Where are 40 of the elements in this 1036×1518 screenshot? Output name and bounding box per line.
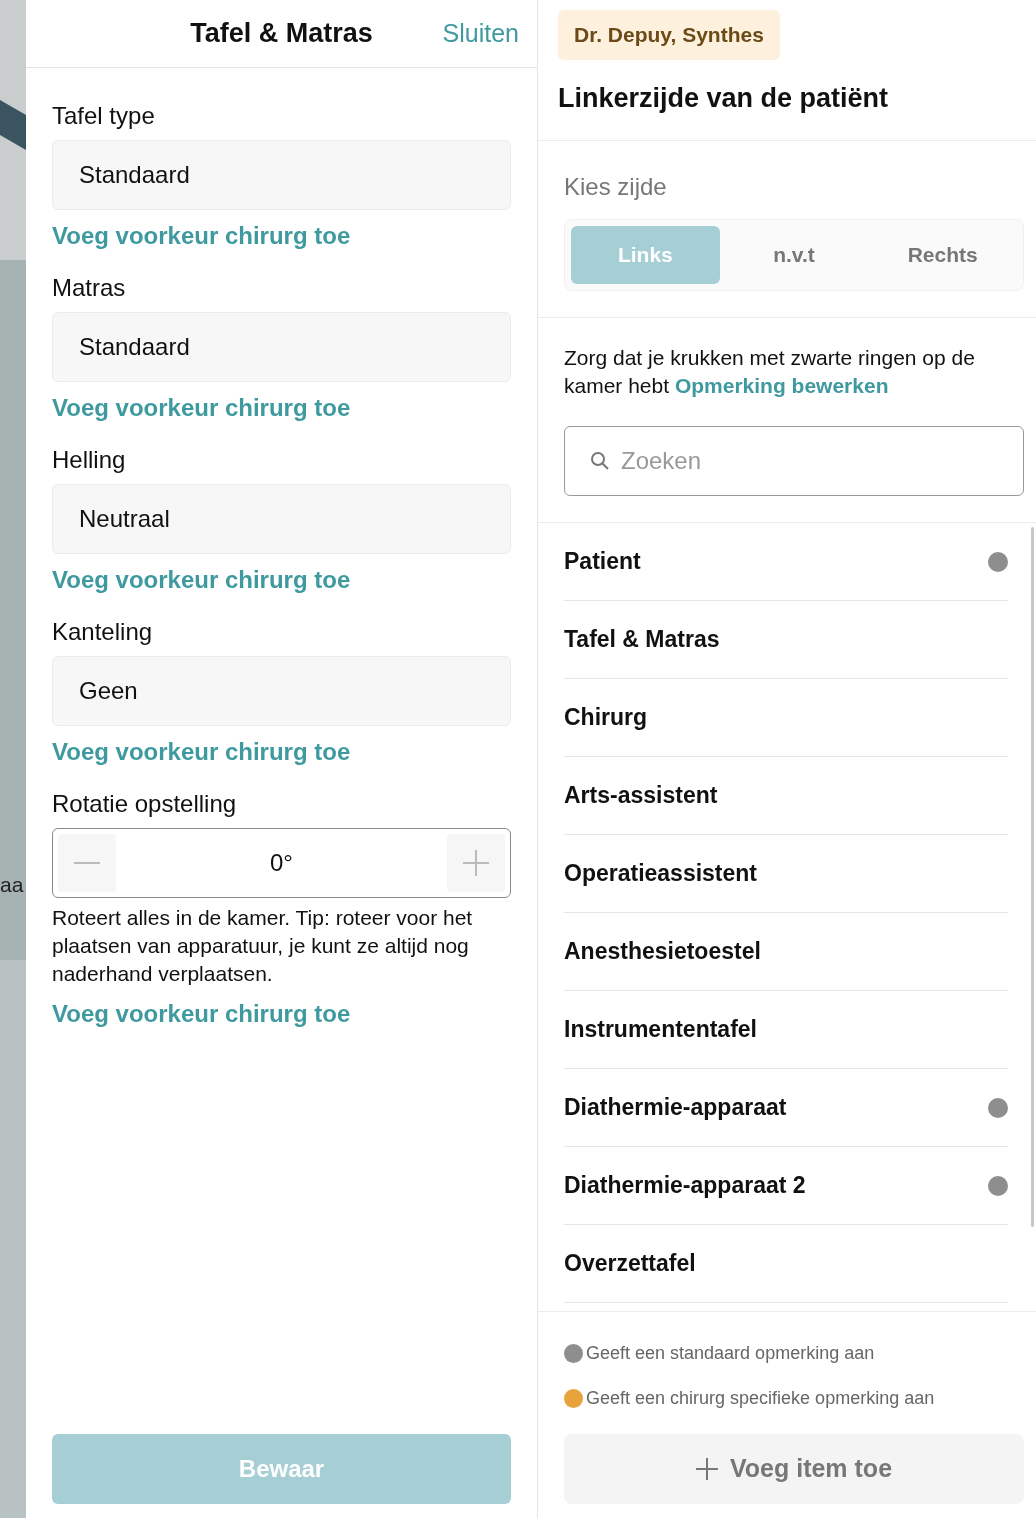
stepper-value: 0° (270, 848, 293, 878)
add-item-button[interactable]: Voeg item toe (564, 1434, 1024, 1504)
minus-icon (74, 862, 100, 864)
panel-title: Tafel & Matras (190, 17, 373, 51)
field-label: Kanteling (52, 617, 154, 647)
backdrop-text: aa (0, 874, 24, 895)
search-icon (590, 451, 610, 471)
list-item[interactable]: Patient (564, 523, 1008, 601)
stepper-field[interactable]: 0° (52, 828, 511, 898)
minus-button[interactable] (58, 834, 116, 892)
legend-text: Geeft een chirurg specifieke opmerking aan (586, 1387, 935, 1410)
side-label: Kies zijde (564, 172, 668, 202)
side-tab[interactable]: Rechts (868, 226, 1017, 284)
help-text: Roteert alles in de kamer. Tip: roteer voor het plaatsen van apparatuur, je kunt ze altijd nog naderhand verplaatsen. (52, 905, 474, 987)
legend-text: Geeft een standaard opmerking aan (586, 1342, 875, 1365)
list-item[interactable]: Arts-assistent (564, 757, 1008, 835)
select-field[interactable]: Standaard (52, 140, 511, 210)
list-item[interactable]: Overzettafel (564, 1225, 1008, 1303)
select-field[interactable]: Standaard (52, 312, 511, 382)
field-label: Tafel type (52, 101, 156, 131)
plus-icon (695, 1458, 718, 1480)
list-item[interactable]: Anesthesietoestel (564, 913, 1008, 991)
plus-button[interactable] (447, 834, 505, 892)
surgeon-tag: Dr. Depuy, Synthes (558, 10, 780, 60)
field-label: Helling (52, 445, 127, 475)
list-item[interactable]: Diathermie-apparaat 2 (564, 1147, 1008, 1225)
note-text: Zorg dat je krukken met zwarte ringen op de kamer hebt Opmerking bewerken (564, 345, 976, 399)
select-field[interactable]: Neutraal (52, 484, 511, 554)
field-label: Matras (52, 273, 127, 303)
search-field[interactable]: Zoeken (564, 426, 1024, 496)
side-tab[interactable]: n.v.t (719, 226, 869, 284)
list-item[interactable]: Diathermie-apparaat (564, 1069, 1008, 1147)
list-item[interactable]: Tafel & Matras (564, 601, 1008, 679)
side-title: Linkerzijde van de patiënt (558, 81, 890, 115)
list-item[interactable]: Chirurg (564, 679, 1008, 757)
list-item[interactable]: Instrumententafel (564, 991, 1008, 1069)
plus-icon (463, 850, 489, 876)
list-item[interactable]: Operatieassistent (564, 835, 1008, 913)
field-label: Rotatie opstelling (52, 789, 238, 819)
select-field[interactable]: Geen (52, 656, 511, 726)
